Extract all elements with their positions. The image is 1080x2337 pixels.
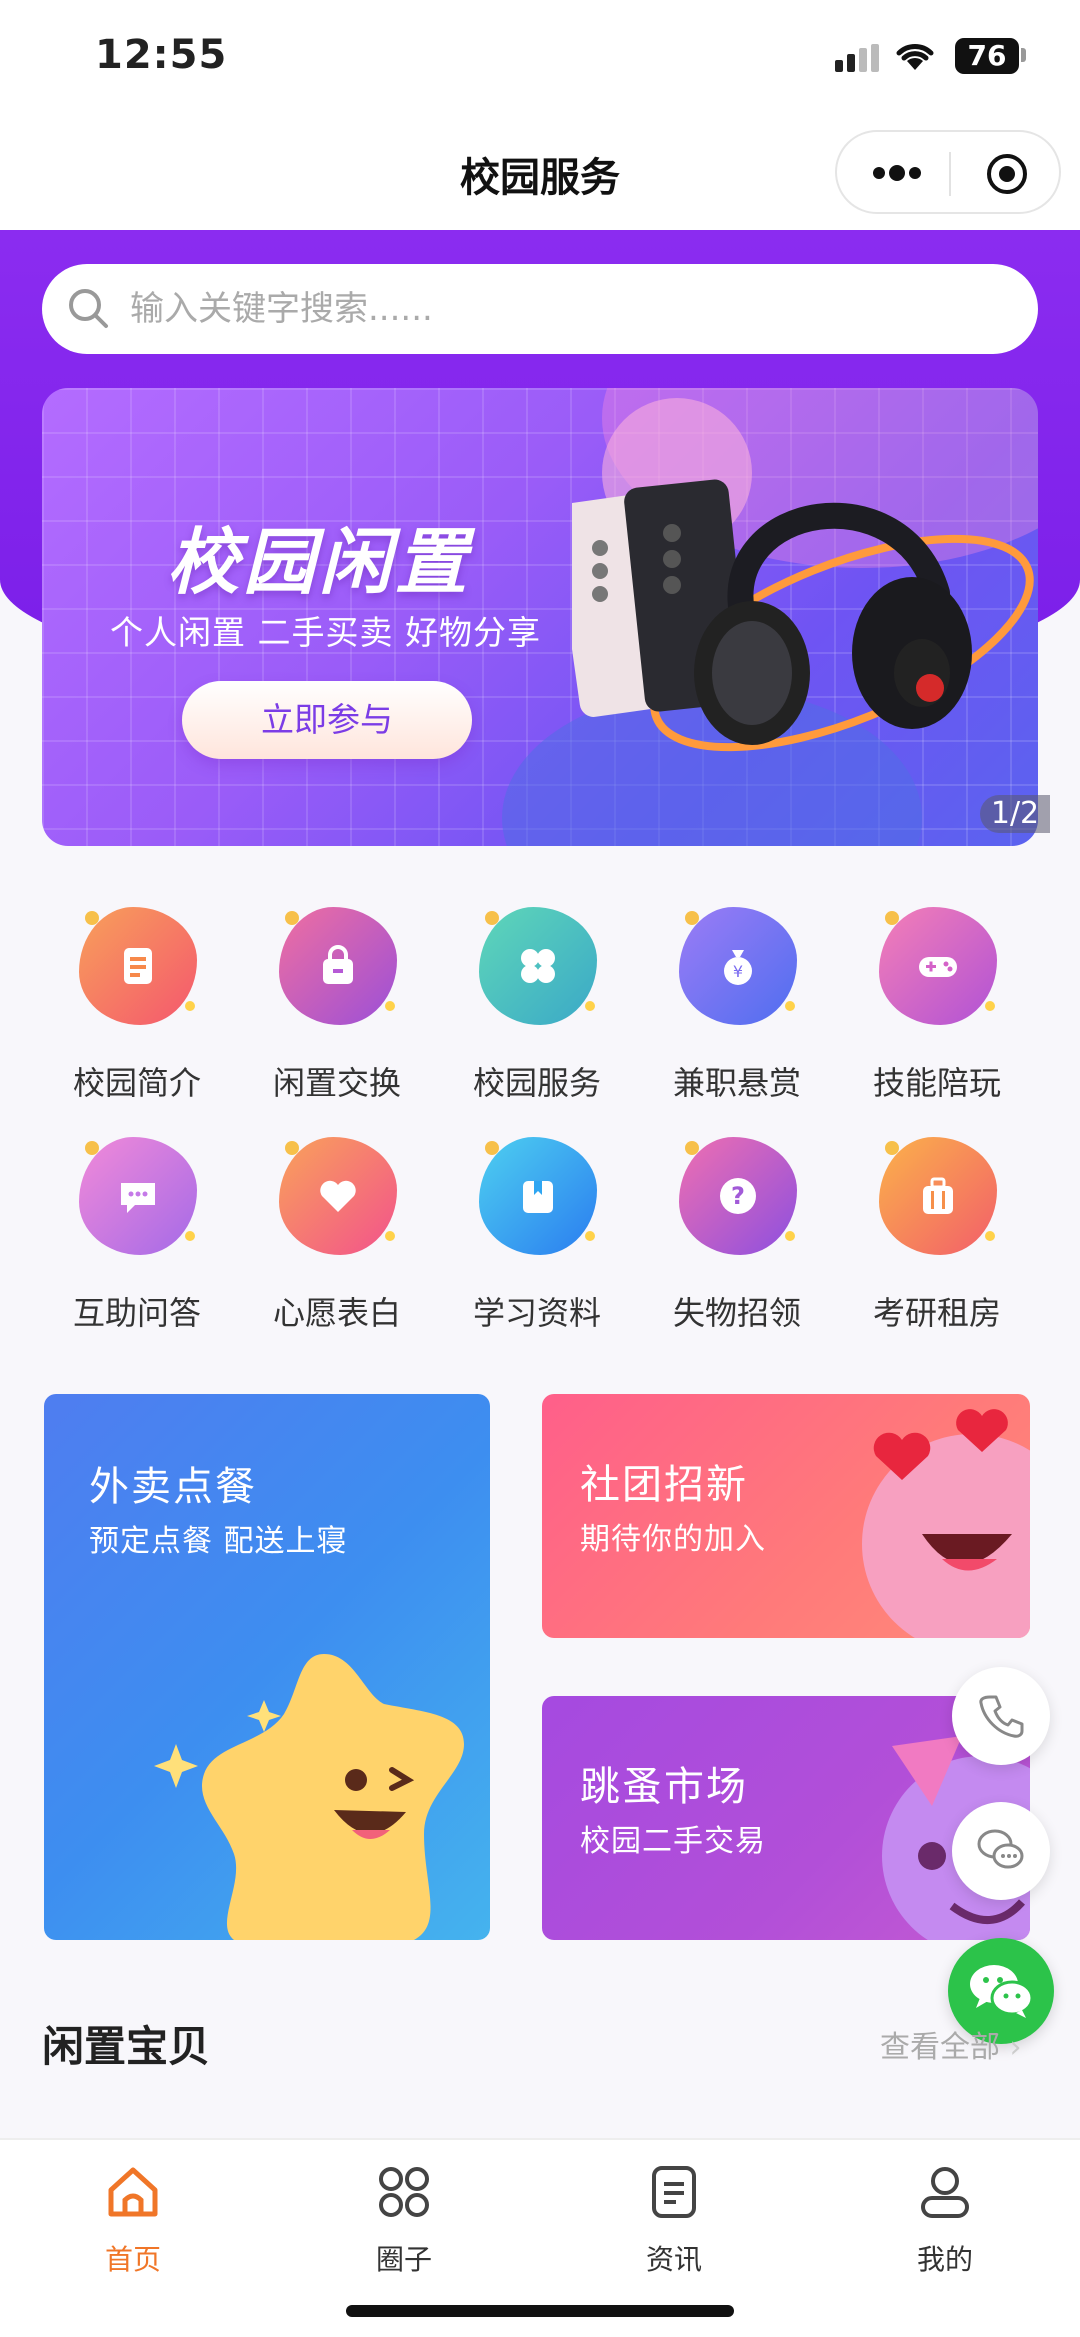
tab-profile[interactable]: 我的 (845, 2152, 1045, 2276)
grid-item-label: 校园简介 (72, 1064, 201, 1102)
club-card-title: 社团招新 (580, 1462, 748, 1508)
tab-circles[interactable]: 圈子 (304, 2152, 504, 2276)
grid-item-skill-play[interactable]: 技能陪玩 (842, 895, 1032, 1125)
nav-bar: 校园服务 (0, 115, 1080, 230)
view-all-link[interactable]: 查看全部 › (880, 2022, 1022, 2066)
love-emoji-illustration (862, 1409, 1030, 1638)
more-icon[interactable] (871, 158, 923, 188)
svg-text:?: ? (731, 1182, 745, 1210)
wifi-icon (896, 44, 934, 70)
takeout-card[interactable]: 外卖点餐 预定点餐 配送上寝 (44, 1394, 490, 1940)
grid-item-wish[interactable]: 心愿表白 (242, 1125, 432, 1355)
star-mascot-illustration (154, 1654, 464, 1940)
grid-item-study[interactable]: 学习资料 (442, 1125, 632, 1355)
book-icon (479, 1137, 597, 1255)
grid-item-label: 互助问答 (72, 1294, 201, 1332)
banner-page-indicator: 1/2 (980, 795, 1050, 833)
grid-item-label: 心愿表白 (272, 1294, 401, 1332)
club-recruit-card[interactable]: 社团招新 期待你的加入 (542, 1394, 1030, 1638)
phones-headphones-illustration (572, 479, 1034, 752)
chevron-right-icon: › (1009, 2030, 1022, 2065)
wechat-icon (970, 1965, 1034, 2018)
grid-item-label: 兼职悬赏 (672, 1064, 801, 1102)
status-time: 12:55 (95, 32, 228, 78)
tab-label: 圈子 (375, 2243, 432, 2276)
grid-item-campus-intro[interactable]: 校园简介 (42, 895, 232, 1125)
grid-item-label: 失物招领 (672, 1294, 801, 1332)
question-icon: ? (679, 1137, 797, 1255)
grid-item-rent[interactable]: 考研租房 (842, 1125, 1032, 1355)
chat-bubble-icon (79, 1137, 197, 1255)
search-input[interactable] (130, 264, 1010, 354)
tab-news[interactable]: 资讯 (574, 2152, 774, 2276)
gamepad-icon (879, 907, 997, 1025)
home-icon (108, 2167, 158, 2217)
banner-title: 校园闲置 (167, 520, 472, 604)
svg-text:¥: ¥ (733, 962, 743, 981)
club-card-subtitle: 期待你的加入 (580, 1522, 766, 1557)
tab-label: 资讯 (645, 2243, 702, 2276)
battery-tip (1021, 48, 1026, 62)
chat-button[interactable] (952, 1802, 1050, 1900)
grid-item-label: 闲置交换 (272, 1064, 401, 1102)
signal-icon (835, 44, 879, 72)
grid-item-part-time[interactable]: ¥ 兼职悬赏 (642, 895, 832, 1125)
grid-item-idle-exchange[interactable]: 闲置交换 (242, 895, 432, 1125)
money-bag-icon: ¥ (679, 907, 797, 1025)
document-icon (79, 907, 197, 1025)
tab-home[interactable]: 首页 (33, 2152, 233, 2276)
section-title: 闲置宝贝 (42, 2022, 211, 2071)
news-icon (652, 2166, 696, 2218)
grid-item-lost-found[interactable]: ? 失物招领 (642, 1125, 832, 1355)
promo-banner[interactable]: 校园闲置 个人闲置 二手买卖 好物分享 立即参与 (42, 388, 1038, 846)
grid-item-label: 考研租房 (872, 1294, 1001, 1332)
grid-item-campus-service[interactable]: 校园服务 (442, 895, 632, 1125)
tab-label: 首页 (104, 2243, 161, 2276)
chat-icon (977, 1829, 1024, 1869)
battery-icon: 76 (955, 38, 1019, 74)
tab-label: 我的 (916, 2243, 973, 2276)
bag-icon (279, 907, 397, 1025)
takeout-card-subtitle: 预定点餐 配送上寝 (89, 1524, 348, 1559)
search-bar[interactable] (42, 264, 1038, 354)
view-all-label: 查看全部 (880, 2030, 1000, 2065)
grid-item-label: 技能陪玩 (872, 1064, 1001, 1102)
capsule-divider (949, 152, 951, 196)
home-indicator (346, 2305, 734, 2317)
market-card-title: 跳蚤市场 (580, 1764, 748, 1810)
market-card-subtitle: 校园二手交易 (580, 1824, 766, 1859)
heart-icon (279, 1137, 397, 1255)
clover-icon (479, 907, 597, 1025)
close-target-icon[interactable] (985, 152, 1029, 196)
profile-icon (921, 2167, 969, 2218)
suitcase-icon (879, 1137, 997, 1255)
phone-icon (979, 1695, 1024, 1738)
phone-button[interactable] (952, 1667, 1050, 1765)
mini-program-capsule (835, 130, 1061, 214)
join-now-button[interactable]: 立即参与 (182, 681, 472, 759)
circles-icon (379, 2167, 429, 2217)
banner-subtitle: 个人闲置 二手买卖 好物分享 (110, 613, 541, 652)
status-bar: 12:55 76 (0, 0, 1080, 115)
grid-item-qa[interactable]: 互助问答 (42, 1125, 232, 1355)
grid-item-label: 校园服务 (472, 1064, 601, 1102)
takeout-card-title: 外卖点餐 (89, 1464, 257, 1510)
search-icon (69, 289, 108, 328)
grid-item-label: 学习资料 (472, 1294, 601, 1332)
